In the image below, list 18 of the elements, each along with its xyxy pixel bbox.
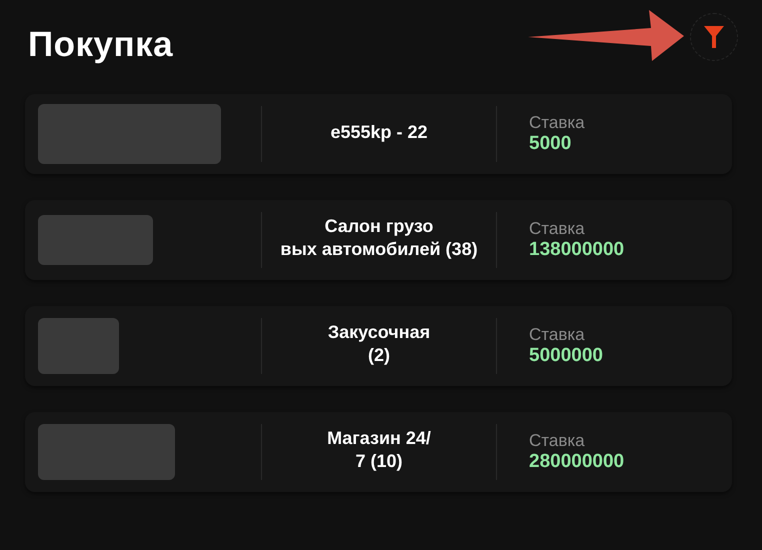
- rate-value: 5000000: [529, 345, 604, 367]
- listing-card[interactable]: Закусочная (2) Ставка 5000000: [25, 306, 732, 386]
- listing-name: Закусочная (2): [328, 321, 430, 367]
- page-title: Покупка: [28, 25, 174, 65]
- rate-value: 138000000: [529, 239, 626, 261]
- rate-label: Ставка: [529, 219, 586, 239]
- rate-label: Ставка: [529, 431, 586, 451]
- listing-card[interactable]: Магазин 24/ 7 (10) Ставка 280000000: [25, 412, 732, 492]
- filter-icon: [704, 26, 724, 48]
- rate-label: Ставка: [529, 325, 586, 345]
- listing-card[interactable]: e555kp - 22 Ставка 5000: [25, 94, 732, 174]
- rate-value: 5000: [529, 133, 572, 155]
- listing-name: Салон грузо вых автомобилей (38): [280, 215, 478, 261]
- rate-label: Ставка: [529, 113, 586, 133]
- listing-name: Магазин 24/ 7 (10): [327, 427, 431, 473]
- listing-card[interactable]: Салон грузо вых автомобилей (38) Ставка 138000000: [25, 200, 732, 280]
- rate-value: 280000000: [529, 451, 626, 473]
- listing-name: e555kp - 22: [330, 120, 428, 144]
